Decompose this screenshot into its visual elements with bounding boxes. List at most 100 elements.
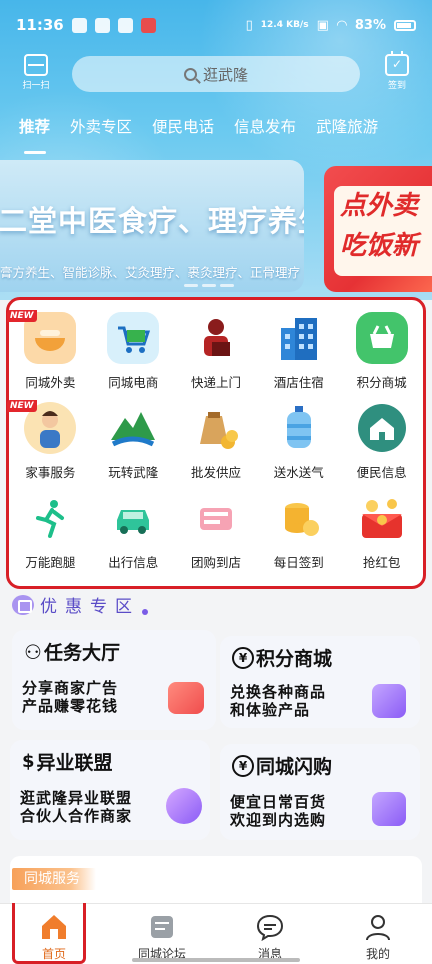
coupon-section-title: 优惠专区 <box>40 597 140 617</box>
search-placeholder: 逛武隆 <box>202 65 248 84</box>
forum-icon <box>147 912 177 942</box>
profile-icon <box>363 912 393 942</box>
status-bar: 11:36 ▯ 12.4 KB/s ▣ ◠ 83% <box>0 0 432 50</box>
status-time: 11:36 <box>16 16 64 34</box>
nav-forum[interactable]: 同城论坛 <box>108 904 216 964</box>
gesture-bar <box>132 958 300 962</box>
service-convenience-info[interactable]: 便民信息 <box>340 400 423 480</box>
service-label: 批发供应 <box>190 465 241 480</box>
nav-label: 我的 <box>365 947 390 961</box>
yen-coin-icon <box>166 788 202 824</box>
service-water-gas[interactable]: 送水送气 <box>257 400 340 480</box>
service-red-packet[interactable]: 抢红包 <box>340 490 423 570</box>
hotel-building-icon <box>271 310 327 366</box>
service-hotel[interactable]: 酒店住宿 <box>257 310 340 390</box>
coins-icon <box>271 490 327 546</box>
service-wulong-tour[interactable]: 玩转武隆 <box>92 400 175 480</box>
shopping-cart-icon <box>105 310 161 366</box>
service-errand[interactable]: 万能跑腿 <box>9 490 92 570</box>
service-label: 便民信息 <box>356 465 407 480</box>
service-travel[interactable]: 出行信息 <box>92 490 175 570</box>
tab-travel[interactable]: 武隆旅游 <box>316 115 378 145</box>
promo-title: 同城闪购 <box>256 756 333 778</box>
ticket-icon <box>188 490 244 546</box>
promo-desc-line1: 分享商家广告 <box>22 679 119 697</box>
vibrate-icon: ▯ <box>245 17 253 33</box>
city-service-section: 同城服务 <box>10 856 422 904</box>
nav-home[interactable]: 首页 <box>0 904 108 964</box>
service-group-buy[interactable]: 团购到店 <box>175 490 258 570</box>
tab-takeout[interactable]: 外卖专区 <box>70 115 132 145</box>
nav-profile[interactable]: 我的 <box>324 904 432 964</box>
promo-desc-line2: 欢迎到内选购 <box>230 811 327 829</box>
grain-sack-icon <box>188 400 244 456</box>
tab-info[interactable]: 信息发布 <box>234 115 296 145</box>
services-grid-card: NEW 同城外卖 同城电商 快递上门 酒店住宿 积分商城 NEW 家事服务 玩转… <box>6 297 426 589</box>
service-label: 积分商城 <box>356 375 407 390</box>
scan-icon <box>24 54 48 76</box>
yen-icon: ¥ <box>232 646 254 669</box>
battery-icon <box>394 19 416 31</box>
sim-icon: ▣ <box>316 17 329 33</box>
coupon-icon <box>12 594 34 615</box>
service-label: 酒店住宿 <box>273 375 324 390</box>
water-bottle-icon <box>271 400 327 456</box>
wifi-icon: ◠ <box>336 17 347 33</box>
nav-label: 首页 <box>41 947 66 961</box>
service-label: 团购到店 <box>190 555 241 570</box>
coupon-section-header: 优惠专区 <box>12 592 148 617</box>
carousel-dots <box>184 284 234 287</box>
promo-desc-line2: 合伙人合作商家 <box>20 807 133 825</box>
promo-title: 异业联盟 <box>36 752 113 774</box>
tab-recommend[interactable]: 推荐 <box>19 115 50 145</box>
home-icon <box>39 912 69 942</box>
promo-desc-line1: 便宜日常百货 <box>230 793 327 811</box>
battery-percent: 83% <box>354 17 386 33</box>
promo-title: 积分商城 <box>256 648 333 670</box>
service-housekeeping[interactable]: NEW 家事服务 <box>7 400 92 480</box>
promo-desc-line2: 和体验产品 <box>230 701 311 719</box>
promo-desc-line1: 逛武隆异业联盟 <box>20 789 133 807</box>
service-label: 出行信息 <box>108 555 159 570</box>
nav-messages[interactable]: 消息 <box>216 904 324 964</box>
search-bar[interactable]: 逛武隆 <box>72 56 360 92</box>
red-packet-icon <box>354 490 410 546</box>
service-label: 送水送气 <box>273 465 324 480</box>
user-task-icon: ⚇ <box>24 639 42 664</box>
service-label: 家事服务 <box>25 465 76 480</box>
tab-phone[interactable]: 便民电话 <box>152 115 214 145</box>
mail-icon <box>117 17 133 33</box>
signin-button[interactable]: 签到 <box>382 51 412 91</box>
dollar-icon: $ <box>22 751 35 772</box>
service-ecommerce[interactable]: 同城电商 <box>92 310 175 390</box>
scan-button[interactable]: 扫一扫 <box>20 54 52 91</box>
service-takeout[interactable]: NEW 同城外卖 <box>7 310 92 390</box>
promo-flash-buy[interactable]: ¥ 同城闪购 便宜日常百货 欢迎到内选购 <box>220 744 420 840</box>
house-info-icon <box>354 400 410 456</box>
service-wholesale[interactable]: 批发供应 <box>175 400 258 480</box>
search-icon <box>183 67 197 81</box>
courier-icon <box>188 310 244 366</box>
service-label: 每日签到 <box>273 555 324 570</box>
service-label: 万能跑腿 <box>25 555 76 570</box>
yen-icon: ¥ <box>232 754 254 777</box>
service-label: 同城外卖 <box>25 375 76 390</box>
service-daily-signin[interactable]: 每日签到 <box>257 490 340 570</box>
promo-points-mall[interactable]: ¥ 积分商城 兑换各种商品 和体验产品 <box>220 636 420 728</box>
service-label: 快递上门 <box>190 375 241 390</box>
promo-desc-line2: 产品赚零花钱 <box>22 697 119 715</box>
promo-task-hall[interactable]: ⚇ 任务大厅 分享商家广告 产品赚零花钱 <box>12 630 216 730</box>
signin-label: 签到 <box>387 81 406 91</box>
banner-carousel[interactable]: 二堂中医食疗、理疗养生馆 膏方养生、智能诊脉、艾灸理疗、裹灸理疗、正骨理疗 <box>0 160 304 292</box>
app-notification-icon <box>140 17 156 33</box>
service-courier[interactable]: 快递上门 <box>175 310 258 390</box>
basket-icon <box>354 310 410 366</box>
banner-next-text: 点外卖 吃饭新 <box>334 186 432 276</box>
car-icon <box>105 490 161 546</box>
promo-alliance[interactable]: $ 异业联盟 逛武隆异业联盟 合伙人合作商家 <box>10 740 210 840</box>
banner-title: 二堂中医食疗、理疗养生馆 <box>0 204 304 238</box>
banner-next-slide[interactable]: 点外卖 吃饭新 <box>324 166 432 292</box>
service-points-mall[interactable]: 积分商城 <box>340 310 423 390</box>
decorative-dot <box>142 608 148 615</box>
shopping-bag-icon <box>372 792 406 826</box>
